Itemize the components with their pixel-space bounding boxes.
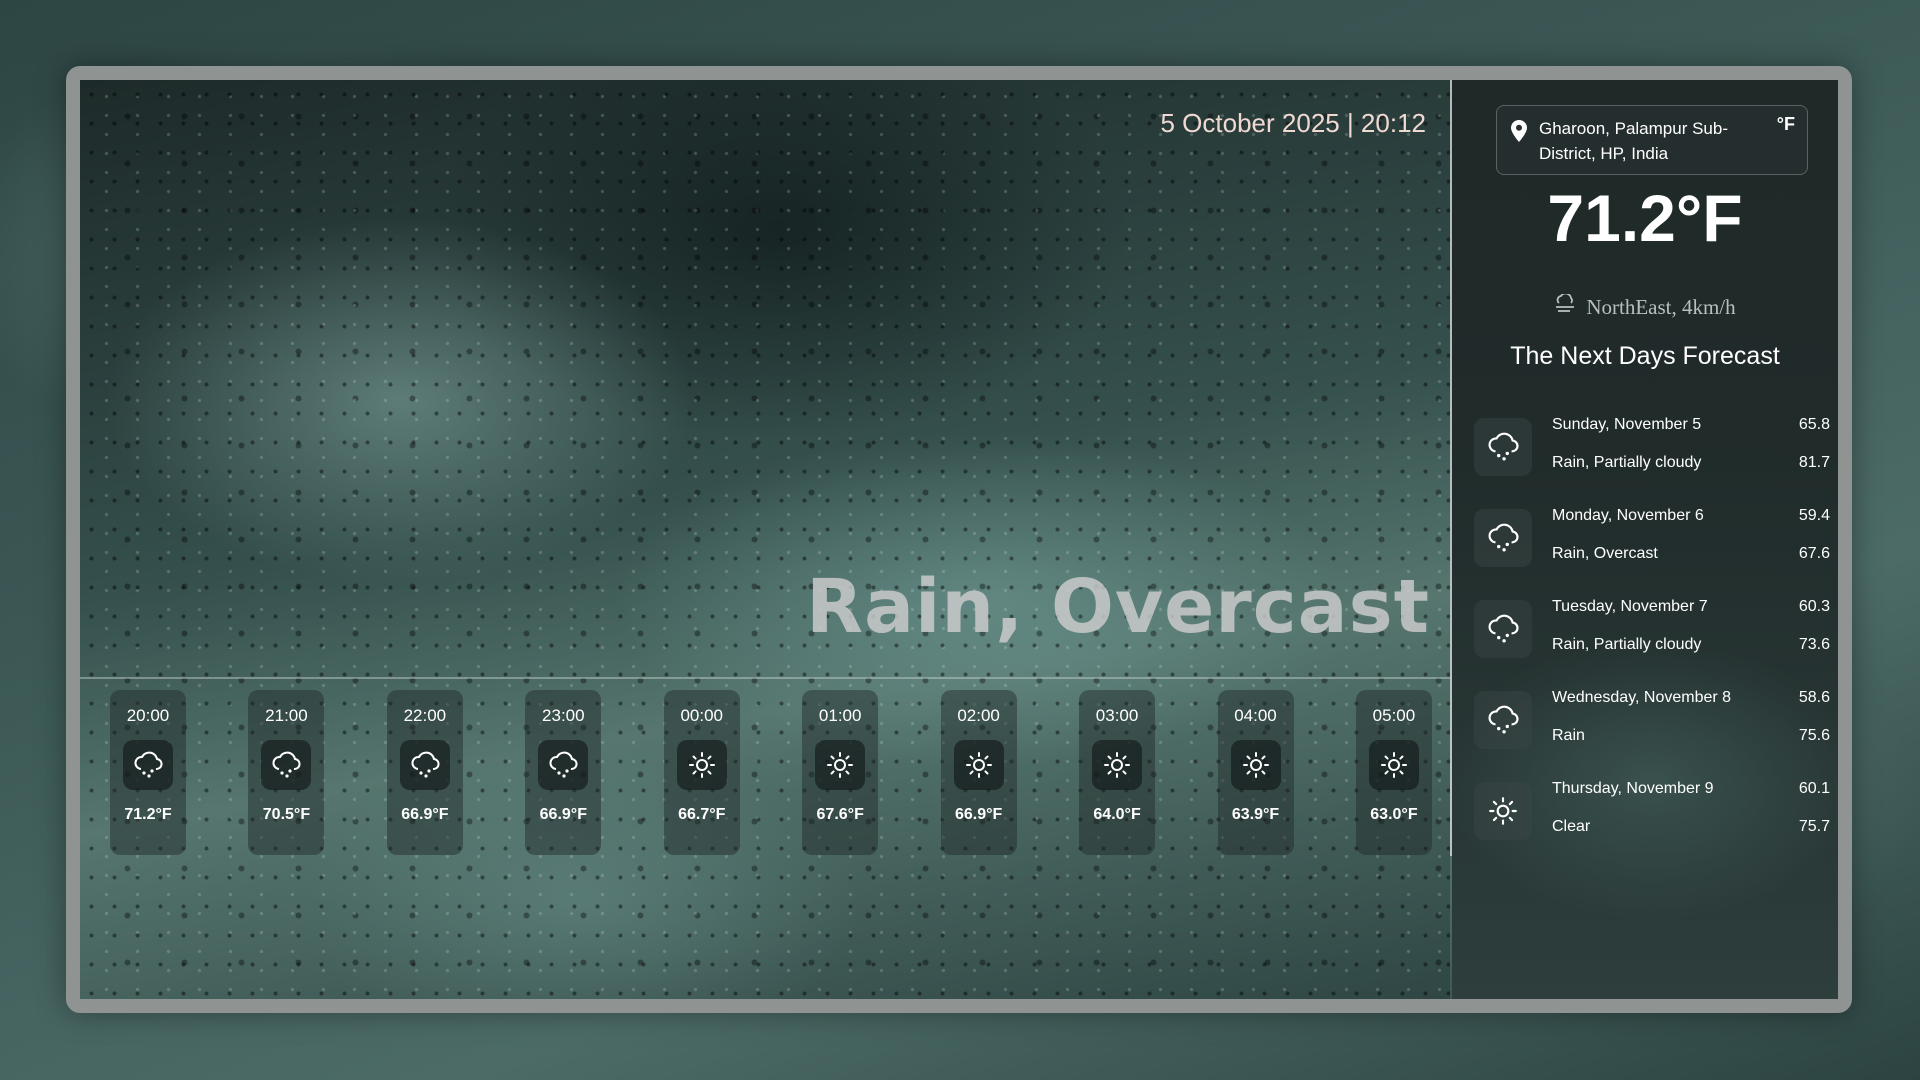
hour-time: 20:00 — [126, 706, 170, 725]
hour-temp: 66.9°F — [954, 806, 1003, 823]
day-min-temp: 59.4 — [1798, 507, 1830, 524]
hour-temp: 70.5°F — [262, 806, 311, 823]
hour-temp: 64.0°F — [1093, 806, 1141, 823]
forecast-title: The Next Days Forecast — [1510, 342, 1780, 370]
side-panel: Gharoon, Palampur Sub-District, HP, Indi… — [1452, 80, 1838, 999]
hour-time: 03:00 — [1095, 706, 1139, 725]
current-condition: Rain, Overcast — [806, 564, 1430, 650]
sun-icon — [1230, 740, 1281, 790]
day-min-temp: 60.1 — [1798, 780, 1830, 797]
day-condition: Rain, Overcast — [1552, 545, 1658, 562]
hour-temp: 67.6°F — [816, 806, 864, 823]
weather-app-frame: 5 October 2025 | 20:12 Rain, Overcast 20… — [66, 66, 1852, 1013]
rain-cloud-icon — [538, 740, 589, 790]
day-name: Wednesday, November 8 — [1552, 689, 1732, 706]
rain-cloud-icon — [1474, 509, 1532, 567]
day-condition: Rain, Partially cloudy — [1552, 454, 1702, 471]
date-time: 5 October 2025 | 20:12 — [1160, 108, 1427, 138]
day-max-temp: 75.6 — [1798, 727, 1830, 744]
hour-card: 22:00 66.9°F — [386, 690, 463, 855]
forecast-day: Tuesday, November 7 Rain, Partially clou… — [1474, 590, 1830, 681]
day-min-temp: 65.8 — [1798, 416, 1830, 433]
hourly-forecast: 20:00 71.2°F 21:00 70.5°F 22:00 66.9°F 2… — [110, 690, 1432, 855]
unit-toggle-button[interactable]: °F — [1777, 114, 1795, 135]
hour-temp: 66.9°F — [539, 806, 587, 823]
hour-card: 23:00 66.9°F — [525, 690, 602, 855]
sun-icon — [953, 740, 1004, 790]
hour-card: 01:00 67.6°F — [802, 690, 879, 855]
hour-temp: 66.9°F — [401, 806, 449, 823]
hour-time: 02:00 — [957, 706, 1000, 725]
hour-time: 00:00 — [680, 706, 724, 725]
wind-icon — [1554, 292, 1576, 320]
sun-icon — [1474, 782, 1532, 840]
hour-time: 22:00 — [403, 706, 447, 725]
forecast-list: Sunday, November 5 Rain, Partially cloud… — [1474, 408, 1830, 863]
hour-time: 05:00 — [1372, 706, 1416, 725]
current-temperature: 71.2°F — [1547, 181, 1743, 255]
day-condition: Rain, Partially cloudy — [1552, 636, 1702, 653]
rain-background — [80, 80, 1450, 999]
sun-icon — [676, 740, 727, 790]
day-min-temp: 58.6 — [1798, 689, 1830, 706]
day-min-temp: 60.3 — [1798, 598, 1830, 615]
location-name: Gharoon, Palampur Sub-District, HP, Indi… — [1539, 119, 1728, 163]
location-box[interactable]: Gharoon, Palampur Sub-District, HP, Indi… — [1496, 105, 1808, 175]
day-max-temp: 73.6 — [1798, 636, 1830, 653]
hour-card: 02:00 66.9°F — [940, 690, 1017, 855]
hour-time: 01:00 — [818, 706, 862, 725]
hour-card: 04:00 63.9°F — [1217, 690, 1294, 855]
day-max-temp: 81.7 — [1798, 454, 1830, 471]
rain-cloud-icon — [1474, 418, 1532, 476]
hour-temp: 71.2°F — [124, 806, 172, 823]
hour-temp: 66.7°F — [678, 806, 726, 823]
wind-text: NorthEast, 4km/h — [1586, 294, 1736, 319]
sun-icon — [1092, 740, 1143, 790]
hour-temp: 63.0°F — [1370, 806, 1418, 823]
forecast-day: Sunday, November 5 Rain, Partially cloud… — [1474, 408, 1830, 499]
day-condition: Rain — [1552, 727, 1585, 744]
sun-icon — [815, 740, 866, 790]
forecast-day: Thursday, November 9 Clear 60.1 75.7 — [1474, 772, 1830, 863]
sun-icon — [1368, 740, 1419, 790]
forecast-day: Wednesday, November 8 Rain 58.6 75.6 — [1474, 681, 1830, 772]
day-max-temp: 75.7 — [1798, 818, 1830, 835]
hour-time: 04:00 — [1234, 706, 1277, 725]
day-name: Monday, November 6 — [1552, 507, 1704, 524]
day-max-temp: 67.6 — [1798, 545, 1830, 562]
hour-time: 23:00 — [542, 706, 585, 725]
rain-cloud-icon — [399, 740, 450, 790]
rain-cloud-icon — [261, 740, 312, 790]
hour-card: 20:00 71.2°F — [110, 690, 186, 855]
rain-cloud-icon — [123, 740, 173, 790]
wind-info: NorthEast, 4km/h — [1452, 292, 1838, 320]
hour-card: 05:00 63.0°F — [1355, 690, 1432, 855]
divider — [80, 677, 1450, 679]
day-name: Sunday, November 5 — [1552, 416, 1702, 433]
hour-card: 00:00 66.7°F — [663, 690, 740, 855]
hour-temp: 63.9°F — [1231, 806, 1280, 823]
forecast-day: Monday, November 6 Rain, Overcast 59.4 6… — [1474, 499, 1830, 590]
map-pin-icon — [1511, 120, 1527, 146]
rain-cloud-icon — [1474, 600, 1532, 658]
day-condition: Clear — [1552, 818, 1591, 835]
hour-time: 21:00 — [265, 706, 308, 725]
day-name: Thursday, November 9 — [1552, 780, 1714, 797]
rain-cloud-icon — [1474, 691, 1532, 749]
main-panel: 5 October 2025 | 20:12 Rain, Overcast 20… — [80, 80, 1450, 999]
hour-card: 21:00 70.5°F — [248, 690, 325, 855]
hour-card: 03:00 64.0°F — [1079, 690, 1156, 855]
day-name: Tuesday, November 7 — [1552, 598, 1708, 615]
